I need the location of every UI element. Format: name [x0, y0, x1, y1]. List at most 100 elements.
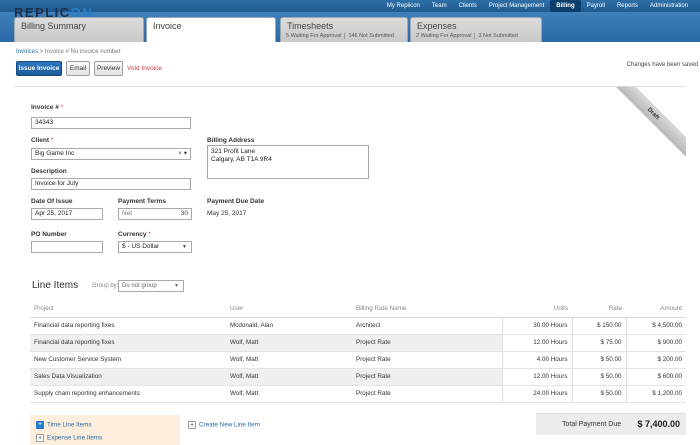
breadcrumb-current: Invoice # No invoice number	[44, 49, 121, 55]
invoice-number-input[interactable]: 34343	[31, 117, 191, 129]
plus-icon: +	[36, 434, 44, 442]
table-row[interactable]: New Customer Service System Wolf, Matt Pro…	[30, 351, 686, 369]
date-of-issue-input[interactable]: Apr 25, 2017	[31, 208, 103, 220]
label-text: Currency	[118, 231, 147, 238]
col-user: User	[226, 300, 352, 318]
table-row[interactable]: Supply chain reporting enhancements Wolf,…	[30, 385, 686, 403]
tab-label: Timesheets	[287, 21, 334, 31]
payment-terms-value: Net	[122, 210, 133, 217]
required-mark: *	[50, 137, 54, 144]
tab-timesheets[interactable]: Timesheets 5 Waiting For Approval 146 Not…	[280, 17, 408, 42]
cell-project: Financial data reporting fixes	[30, 334, 226, 352]
cell-rate[interactable]: $ 50.00	[571, 368, 626, 386]
cell-units[interactable]: 12.00 Hours	[501, 334, 572, 352]
chevron-down-icon: ▼	[182, 244, 187, 250]
cell-amount[interactable]: $ 4,500.00	[625, 317, 686, 335]
nav-item-administration[interactable]: Administration	[644, 0, 694, 12]
cell-amount[interactable]: $ 600.00	[625, 368, 686, 386]
cell-units[interactable]: 24.00 Hours	[501, 385, 572, 403]
add-line-items-box: + Time Line Items + Expense Line Items	[30, 415, 180, 445]
tab-label: Billing Summary	[21, 21, 87, 31]
address-line-2: Calgary, AB T1A 9R4	[211, 156, 272, 163]
required-mark: *	[60, 104, 64, 111]
total-value: $ 7,400.00	[637, 419, 680, 429]
breadcrumb-invoices-link[interactable]: Invoices	[16, 49, 38, 55]
nav-item-project-management[interactable]: Project Management	[483, 0, 550, 12]
cell-billing-rate: Project Rate	[352, 385, 502, 403]
top-nav-bar: My Replicon Team Clients Project Management…	[0, 0, 700, 12]
client-select[interactable]: Big Game Inc × ▾	[31, 148, 191, 160]
tab-sub-status: 5 Waiting For Approval 146 Not Submitted	[286, 33, 394, 39]
add-time-label: Time Line Items	[47, 421, 92, 429]
replicon-logo: REPLICON	[14, 5, 93, 20]
po-number-label: PO Number	[31, 231, 67, 238]
cell-project: New Customer Service System	[30, 351, 226, 369]
create-new-label: Create New Line Item	[199, 421, 260, 429]
table-row[interactable]: Financial data reporting fixes Mcdonald, …	[30, 317, 686, 335]
tab-sub-not-submitted: 3 Not Submitted	[474, 33, 518, 39]
create-new-line-item[interactable]: + Create New Line Item	[188, 421, 260, 429]
void-invoice-link[interactable]: Void Invoice	[127, 65, 162, 72]
nav-item-clients[interactable]: Clients	[453, 0, 483, 12]
cell-project: Financial data reporting fixes	[30, 317, 226, 335]
billing-address-textarea[interactable]: 321 Profit Lane Calgary, AB T1A 9R4	[207, 145, 369, 179]
cell-units[interactable]: 30.00 Hours	[501, 317, 572, 335]
cell-units[interactable]: 4.00 Hours	[501, 351, 572, 369]
tab-expenses[interactable]: Expenses 2 Waiting For Approval 3 Not Sub…	[410, 17, 542, 42]
total-payment-due: Total Payment Due $ 7,400.00	[536, 413, 686, 435]
label-text: Invoice #	[31, 104, 59, 111]
add-expense-line-items[interactable]: + Expense Line Items	[36, 434, 102, 442]
col-amount: Amount	[626, 300, 686, 318]
currency-select[interactable]: $ - US Dollar ▼	[118, 241, 192, 253]
add-time-line-items[interactable]: + Time Line Items	[36, 421, 92, 429]
cell-rate[interactable]: $ 75.00	[571, 334, 626, 352]
cell-billing-rate: Project Rate	[352, 368, 502, 386]
email-button[interactable]: Email	[66, 61, 90, 76]
tab-label: Expenses	[417, 21, 457, 31]
cell-billing-rate: Architect	[352, 317, 502, 335]
cell-amount[interactable]: $ 900.00	[625, 334, 686, 352]
nav-item-my-replicon[interactable]: My Replicon	[381, 0, 426, 12]
cell-rate[interactable]: $ 150.00	[571, 317, 626, 335]
cell-amount[interactable]: $ 200.00	[625, 351, 686, 369]
cell-units[interactable]: 12.00 Hours	[501, 368, 572, 386]
nav-item-payroll[interactable]: Payroll	[581, 0, 611, 12]
po-number-input[interactable]	[31, 241, 103, 253]
nav-item-team[interactable]: Team	[426, 0, 453, 12]
table-row[interactable]: Financial data reporting fixes Wolf, Matt…	[30, 334, 686, 352]
col-billing-rate-name: Billing Rate Name	[352, 300, 502, 318]
breadcrumb: Invoices > Invoice # No invoice number	[16, 49, 121, 55]
date-of-issue-label: Date Of Issue	[31, 198, 73, 205]
cell-rate[interactable]: $ 50.00	[571, 351, 626, 369]
cell-project: Sales Data Visualization	[30, 368, 226, 386]
cell-billing-rate: Project Rate	[352, 334, 502, 352]
logo-text-a: REPLIC	[14, 5, 71, 20]
group-by-value: Do not group	[122, 283, 157, 289]
chevron-down-icon: ▼	[174, 283, 179, 289]
issue-invoice-button[interactable]: Issue Invoice	[16, 61, 62, 76]
table-row[interactable]: Sales Data Visualization Wolf, Matt Projec…	[30, 368, 686, 386]
cell-amount[interactable]: $ 1,200.00	[625, 385, 686, 403]
clear-dropdown-icon[interactable]: × ▾	[178, 149, 187, 159]
payment-terms-input[interactable]: Net 30	[118, 208, 192, 220]
group-by-select[interactable]: Do not group ▼	[118, 280, 184, 292]
plus-icon: +	[188, 421, 196, 429]
nav-item-billing[interactable]: Billing	[550, 0, 581, 12]
tab-label: Invoice	[153, 21, 182, 31]
tab-invoice[interactable]: Invoice	[146, 17, 276, 42]
tab-billing-summary[interactable]: Billing Summary	[14, 17, 144, 42]
invoice-number-label: Invoice # *	[31, 104, 63, 111]
add-expense-label: Expense Line Items	[47, 434, 103, 442]
line-items-table: Project User Billing Rate Name Units Rat…	[30, 300, 686, 403]
description-input[interactable]: Invoice for July	[31, 178, 191, 190]
nav-item-reports[interactable]: Reports	[611, 0, 644, 12]
cell-rate[interactable]: $ 50.00	[571, 385, 626, 403]
group-by-label: Group by:	[92, 283, 119, 289]
payment-terms-days: 30	[180, 210, 188, 217]
client-label: Client *	[31, 137, 53, 144]
preview-button[interactable]: Preview	[94, 61, 123, 76]
cell-user: Wolf, Matt	[226, 334, 352, 352]
required-mark: *	[148, 231, 151, 238]
line-items-title: Line Items	[32, 280, 79, 291]
cell-project: Supply chain reporting enhancements	[30, 385, 226, 403]
